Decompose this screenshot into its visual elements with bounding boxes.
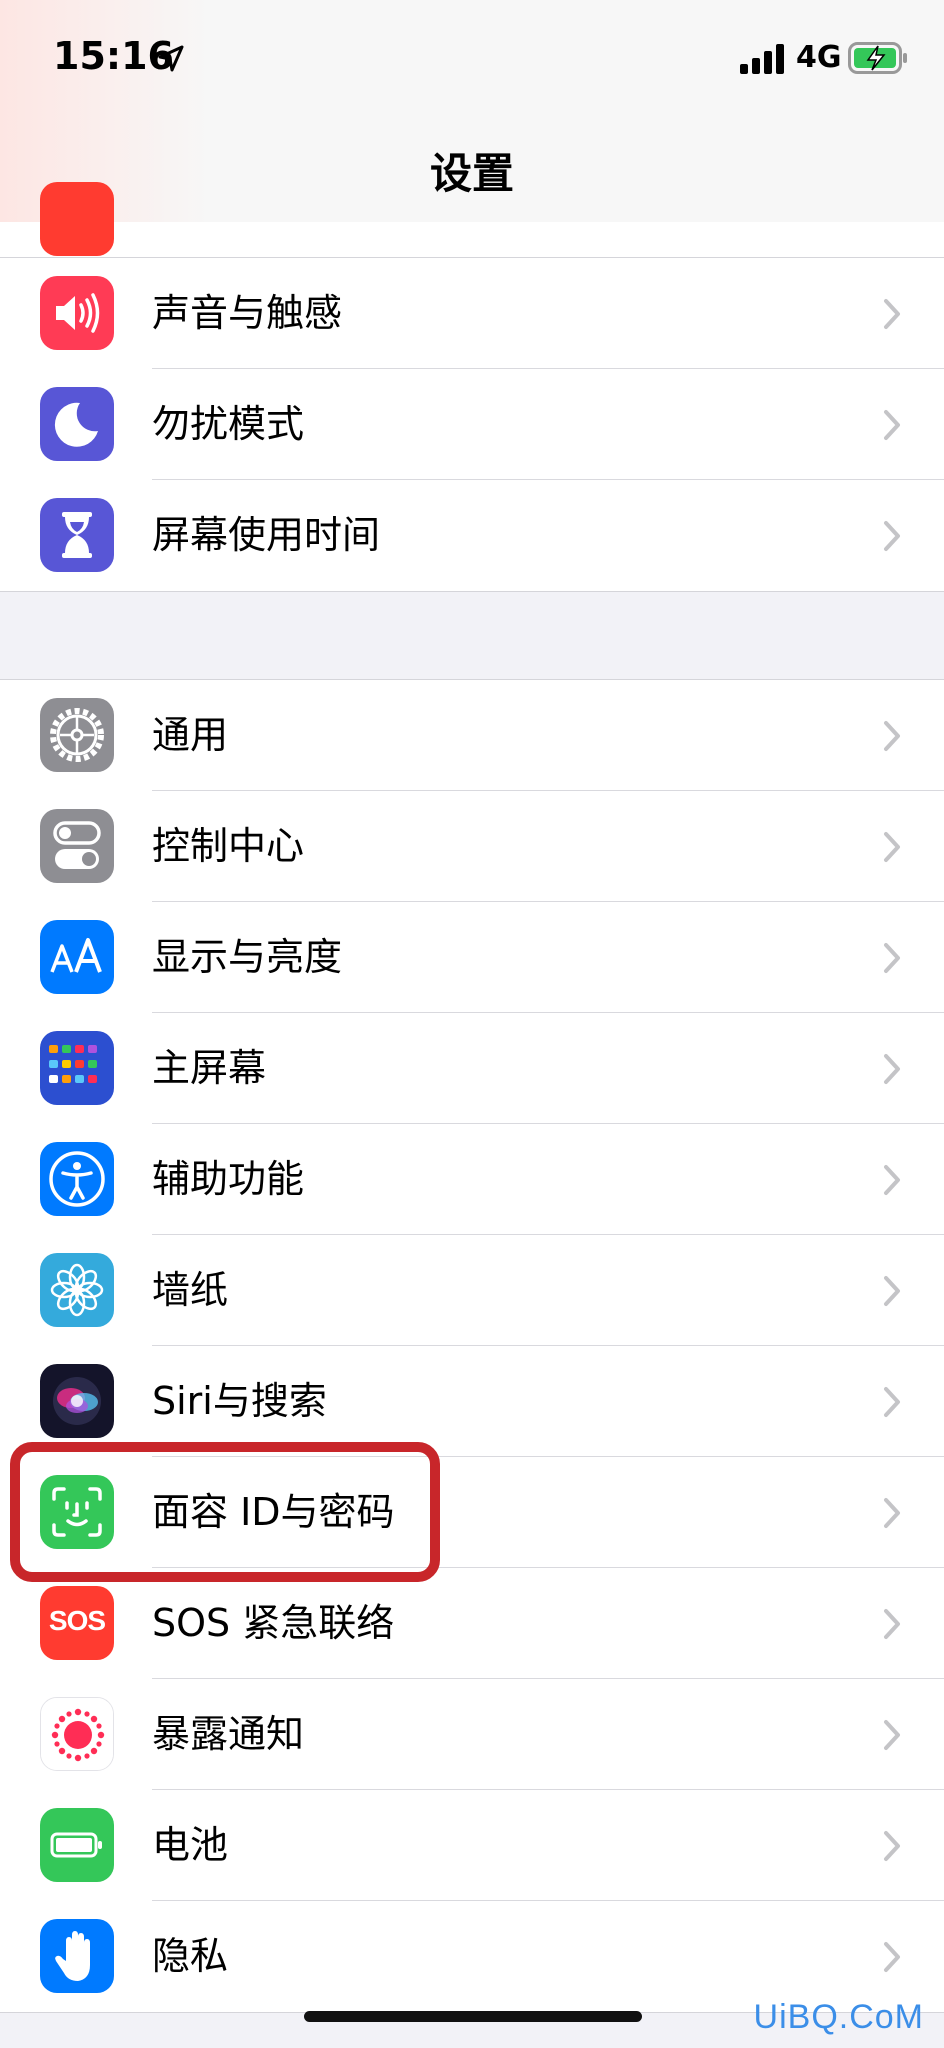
battery-charging-icon [848,42,907,74]
chevron-right-icon [884,410,900,440]
chevron-right-icon [884,1387,900,1417]
highlight-annotation-box [10,1442,440,1582]
settings-item-label: 显示与亮度 [152,935,343,979]
home-indicator[interactable] [304,2011,642,2022]
settings-item-accessibility[interactable]: 辅助功能 [0,1124,944,1235]
flower-icon [40,1253,114,1327]
notification-icon [40,182,114,256]
settings-item-siri-search[interactable]: Siri与搜索 [0,1346,944,1457]
moon-icon [40,387,114,461]
settings-item-label: 辅助功能 [152,1157,305,1201]
chevron-right-icon [884,1942,900,1972]
settings-item-label: SOS 紧急联络 [152,1601,395,1645]
settings-item-label: 隐私 [152,1934,229,1978]
text-size-icon [40,920,114,994]
settings-group-2: 通用 控制中心 显示与亮度 主屏幕 辅助功能 墙纸 Siri与搜索 面容 ID与… [0,679,944,2013]
chevron-right-icon [884,299,900,329]
navigation-bar: 设置 [0,120,944,223]
settings-item-general[interactable]: 通用 [0,680,944,791]
settings-item-display-brightness[interactable]: 显示与亮度 [0,902,944,1013]
home-screen-grid-icon [40,1031,114,1105]
chevron-right-icon [884,1609,900,1639]
status-bar: 15:16 4G [0,0,944,120]
settings-item-label: 勿扰模式 [152,402,305,446]
speaker-icon [40,276,114,350]
chevron-right-icon [884,521,900,551]
battery-icon [40,1808,114,1882]
chevron-right-icon [884,943,900,973]
settings-item-label: 通用 [152,713,229,757]
siri-icon [40,1364,114,1438]
page-title: 设置 [429,149,514,198]
chevron-right-icon [884,1165,900,1195]
watermark-text: UiBQ.CoM [753,1998,924,2036]
location-arrow-icon [158,45,184,72]
chevron-right-icon [884,1276,900,1306]
hand-icon [40,1919,114,1993]
settings-item-wallpaper[interactable]: 墙纸 [0,1235,944,1346]
settings-group-1: 声音与触感 勿扰模式 屏幕使用时间 [0,257,944,592]
settings-item-emergency-sos[interactable]: SOS SOS 紧急联络 [0,1568,944,1679]
exposure-notification-icon [40,1697,114,1771]
settings-item-label: 墙纸 [152,1268,229,1312]
settings-item-privacy[interactable]: 隐私 [0,1901,944,2012]
settings-item-do-not-disturb[interactable]: 勿扰模式 [0,369,944,480]
settings-item-exposure-notifications[interactable]: 暴露通知 [0,1679,944,1790]
settings-item-control-center[interactable]: 控制中心 [0,791,944,902]
settings-item-label: Siri与搜索 [152,1379,327,1423]
hourglass-icon [40,498,114,572]
gear-icon [40,698,114,772]
settings-item-battery[interactable]: 电池 [0,1790,944,1901]
cellular-signal-icon [740,44,784,74]
accessibility-icon [40,1142,114,1216]
settings-item-screen-time[interactable]: 屏幕使用时间 [0,480,944,591]
chevron-right-icon [884,832,900,862]
chevron-right-icon [884,1498,900,1528]
settings-item-home-screen[interactable]: 主屏幕 [0,1013,944,1124]
settings-item-label: 主屏幕 [152,1046,267,1090]
sos-icon: SOS [40,1586,114,1660]
settings-item-label: 暴露通知 [152,1712,305,1756]
settings-item-label: 屏幕使用时间 [152,513,381,557]
settings-item-label: 电池 [152,1823,229,1867]
sos-icon-text: SOS [48,1605,106,1636]
list-item-partial[interactable] [0,182,944,258]
settings-item-label: 声音与触感 [152,291,343,335]
settings-item-sounds[interactable]: 声音与触感 [0,258,944,369]
chevron-right-icon [884,1054,900,1084]
carrier-label: 4G [796,40,842,75]
settings-item-label: 控制中心 [152,824,305,868]
toggles-icon [40,809,114,883]
chevron-right-icon [884,721,900,751]
chevron-right-icon [884,1831,900,1861]
chevron-right-icon [884,1720,900,1750]
